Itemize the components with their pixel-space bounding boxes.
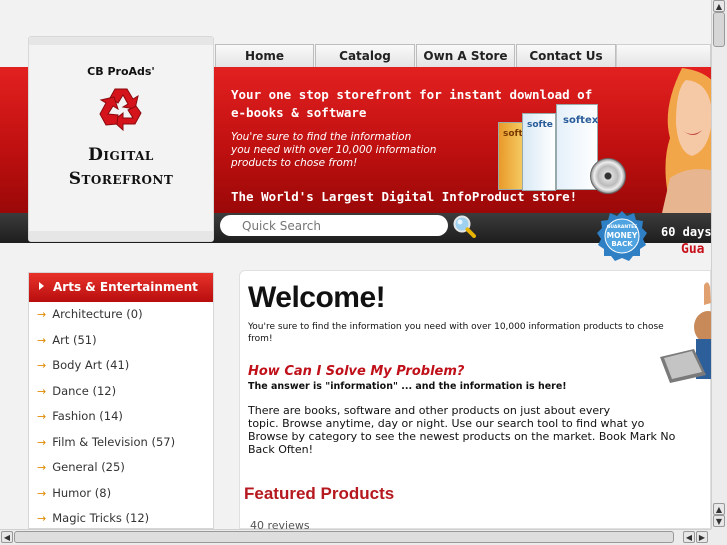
badge-top-text: GUARANTEE — [607, 224, 638, 230]
badge-mid-text: MONEY — [607, 231, 638, 240]
category-item-label: Dance (12) — [52, 383, 117, 398]
search-input[interactable] — [220, 215, 448, 236]
horizontal-scroll-thumb[interactable] — [14, 531, 674, 543]
arrow-right-icon: → — [37, 333, 47, 347]
scroll-right-icon[interactable]: ▶ — [696, 531, 708, 543]
guarantee-text: Gua — [681, 242, 705, 257]
arrow-right-icon: → — [37, 308, 47, 321]
category-item[interactable]: → Fashion (14) — [29, 404, 213, 430]
scroll-up-icon[interactable]: ▲ — [713, 0, 725, 12]
category-sidebar: Arts & Entertainment → Architecture (0) → A… — [28, 272, 214, 529]
product-box-2: softe — [522, 113, 556, 191]
welcome-description: You're sure to find the information you … — [248, 322, 664, 344]
arrow-right-icon: → — [37, 512, 47, 525]
banner-headline: The World's Largest Digital InfoProduct … — [231, 189, 578, 204]
scroll-left-icon[interactable]: ◀ — [1, 531, 13, 543]
category-item-label: Magic Tricks (12) — [52, 511, 150, 525]
banner-subtext: You're sure to find the information you … — [231, 131, 471, 170]
featured-products-heading: Featured Products — [244, 484, 395, 503]
brand-name-line-2: Storefront — [68, 169, 174, 189]
nav-home[interactable]: Home — [215, 44, 314, 67]
intro-line-1: There are books, software and other prod… — [248, 404, 611, 417]
caret-right-icon — [39, 282, 44, 290]
banner-tagline-line-1: Your one stop storefront for instant dow… — [231, 87, 593, 102]
brand-name-line-1: Digital — [88, 145, 154, 165]
vertical-scroll-thumb[interactable] — [713, 12, 725, 47]
category-heading[interactable]: Arts & Entertainment — [29, 273, 213, 302]
intro-line-3: Browse by category to see the newest pro… — [248, 430, 676, 443]
problem-subheading: The answer is "information" ... and the … — [248, 381, 567, 392]
logo-panel[interactable]: CB ProAds' Digital Storefront — [28, 36, 214, 242]
nav-catalog[interactable]: Catalog — [315, 44, 415, 67]
category-item[interactable]: → Film & Television (57) — [29, 430, 213, 456]
category-item[interactable]: → General (25) — [29, 455, 213, 481]
arrow-right-icon: → — [37, 384, 47, 398]
woman-portrait-image — [662, 68, 711, 213]
category-list: → Architecture (0) → Art (51) → Body Art (41)… — [29, 302, 213, 529]
nav-contact-us[interactable]: Contact Us — [516, 44, 616, 67]
intro-paragraph: There are books, software and other prod… — [248, 404, 711, 456]
main-nav: Home Catalog Own A Store Contact Us — [215, 44, 617, 67]
main-content: Welcome! You're sure to find the informa… — [239, 270, 711, 529]
category-item[interactable]: → Architecture (0) — [29, 302, 213, 328]
banner-subtext-line-3: products to chose from! — [231, 157, 358, 169]
scroll-left-small-icon[interactable]: ◀ — [683, 531, 695, 543]
category-item-label: Film & Television (57) — [52, 434, 176, 449]
cd-disc-icon — [590, 158, 626, 194]
search-icon[interactable] — [452, 214, 478, 238]
recycle-icon — [99, 88, 142, 132]
man-with-laptop-image — [660, 282, 711, 383]
brand-tagline: CB ProAds' — [87, 65, 155, 78]
category-item-label: Humor (8) — [52, 485, 112, 500]
arrow-right-icon: → — [37, 435, 47, 449]
category-item[interactable]: → Humor (8) — [29, 481, 213, 507]
category-item-label: Architecture (0) — [52, 307, 143, 321]
category-item[interactable]: → Dance (12) — [29, 379, 213, 405]
product-box-2-label: softe — [527, 120, 553, 130]
money-back-badge-icon: GUARANTEE MONEY BACK — [597, 211, 647, 261]
product-box-3-label: softex — [563, 115, 599, 126]
product-box-1-label: soft — [503, 129, 523, 139]
category-item-label: General (25) — [52, 460, 125, 474]
scroll-up-small-icon[interactable]: ▲ — [713, 503, 725, 515]
badge-bottom-text: BACK — [611, 240, 633, 248]
guarantee-days-text: 60 days — [661, 225, 711, 239]
category-item[interactable]: → Magic Tricks (12) — [29, 506, 213, 529]
category-item-label: Body Art (41) — [52, 358, 130, 372]
intro-line-2: topic. Browse anytime, day or night. Use… — [248, 417, 645, 430]
arrow-right-icon: → — [37, 410, 47, 423]
browser-viewport: Home Catalog Own A Store Contact Us CB P… — [0, 0, 711, 529]
category-item[interactable]: → Body Art (41) — [29, 353, 213, 379]
category-heading-label: Arts & Entertainment — [53, 280, 198, 294]
banner-subtext-line-2: you need with over 10,000 information — [231, 144, 437, 156]
category-item-label: Art (51) — [52, 332, 97, 347]
scrollbar-corner — [711, 529, 727, 545]
nav-own-a-store[interactable]: Own A Store — [416, 44, 515, 67]
category-item[interactable]: → Art (51) — [29, 328, 213, 354]
arrow-right-icon: → — [37, 359, 47, 372]
vertical-scrollbar[interactable] — [711, 0, 727, 529]
problem-heading: How Can I Solve My Problem? — [248, 364, 465, 379]
category-item-label: Fashion (14) — [52, 409, 123, 423]
scroll-down-icon[interactable]: ▼ — [713, 515, 725, 527]
intro-line-4: Back Often! — [248, 443, 314, 456]
welcome-title: Welcome! — [248, 281, 386, 314]
reviews-count[interactable]: 40 reviews — [250, 519, 310, 529]
nav-filler — [616, 44, 711, 67]
arrow-right-icon: → — [37, 486, 47, 500]
arrow-right-icon: → — [37, 461, 47, 474]
banner-subtext-line-1: You're sure to find the information — [231, 131, 412, 143]
